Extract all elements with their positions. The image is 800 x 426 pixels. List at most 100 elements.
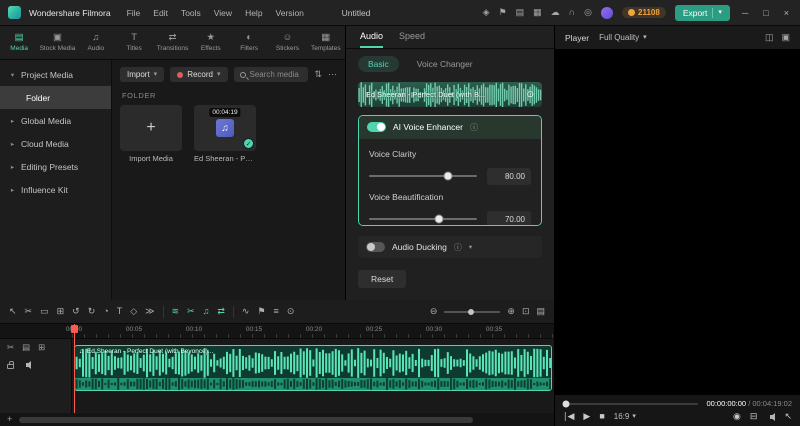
search-input[interactable] <box>249 70 303 79</box>
tab-stock-media[interactable]: ▣ Stock Media <box>38 26 76 59</box>
menu-help[interactable]: Help <box>245 8 262 18</box>
ai-audio-stretch-icon[interactable]: ⇄ <box>217 307 225 316</box>
audio-track-lane[interactable]: ♫ Ed Sheeran - Perfect Duet (with Beyonc… <box>72 339 554 413</box>
chevron-down-icon[interactable]: ▾ <box>469 243 472 251</box>
adjust-icon[interactable]: ⊙ <box>526 89 534 100</box>
slider-handle[interactable] <box>443 171 453 181</box>
add-button[interactable]: + <box>7 415 12 424</box>
mirror-display-icon[interactable]: ⊟ <box>750 412 758 421</box>
record-caret-icon[interactable]: ▾ <box>217 71 221 78</box>
crop-icon[interactable]: ⊞ <box>57 307 65 316</box>
more-tools-icon[interactable]: ≫ <box>145 307 154 316</box>
tab-audio[interactable]: ♫ Audio <box>77 26 115 59</box>
audio-clip[interactable]: ♫ Ed Sheeran - Perfect Duet (with Beyonc… <box>74 345 552 391</box>
more-options-icon[interactable]: ⋯ <box>328 69 337 80</box>
shortcut-icon[interactable]: ▦ <box>533 8 542 17</box>
undo-icon[interactable]: ↺ <box>72 307 80 316</box>
audio-clip-card[interactable]: ♫ 00:04:19 ✓ Ed Sheeran - Per... <box>194 105 256 163</box>
play-button[interactable]: ▶ <box>583 412 590 421</box>
sidebar-item-editing-presets[interactable]: ▸ Editing Presets <box>0 155 111 178</box>
fit-timeline-icon[interactable]: ⊡ <box>522 307 530 316</box>
add-track-icon[interactable]: ⊞ <box>38 343 45 352</box>
scrollbar-thumb[interactable] <box>19 416 474 423</box>
ai-voice-enhancer-toggle[interactable] <box>367 122 386 133</box>
horizontal-scrollbar[interactable] <box>19 416 547 423</box>
menu-file[interactable]: File <box>127 8 141 18</box>
minimize-button[interactable]: ─ <box>739 8 751 18</box>
expand-caret-icon[interactable]: ▸ <box>9 186 16 194</box>
zoom-slider-handle[interactable] <box>468 308 475 315</box>
manage-tracks-icon[interactable]: ▤ <box>536 307 545 316</box>
support-icon[interactable]: ∩ <box>569 8 575 17</box>
audio-mixer-icon[interactable]: ≡ <box>274 307 279 316</box>
expand-caret-icon[interactable]: ▸ <box>9 117 16 125</box>
zoom-in-icon[interactable]: ⊕ <box>507 307 515 316</box>
tab-templates[interactable]: ▦ Templates <box>307 26 345 59</box>
sidebar-item-cloud-media[interactable]: ▸ Cloud Media <box>0 132 111 155</box>
select-tool-icon[interactable]: ↖ <box>9 307 17 316</box>
menu-view[interactable]: View <box>214 8 232 18</box>
close-button[interactable]: × <box>781 8 792 18</box>
voice-clarity-slider[interactable] <box>369 171 477 181</box>
tab-stickers[interactable]: ☺ Stickers <box>268 26 306 59</box>
mute-track-icon[interactable] <box>22 360 31 369</box>
slider-handle[interactable] <box>434 214 444 224</box>
display-icon[interactable]: ▤ <box>516 8 525 17</box>
audio-ducking-toggle[interactable] <box>366 242 385 253</box>
audio-clip-thumb[interactable]: ♫ 00:04:19 ✓ <box>194 105 256 151</box>
sidebar-item-influence-kit[interactable]: ▸ Influence Kit <box>0 178 111 201</box>
voice-beautification-slider[interactable] <box>369 214 477 224</box>
text-tool-icon[interactable]: T <box>117 307 123 316</box>
stop-button[interactable]: ■ <box>599 412 604 421</box>
ai-audio-denoise-icon[interactable]: ≋ <box>172 307 180 316</box>
sidebar-item-global-media[interactable]: ▸ Global Media <box>0 109 111 132</box>
timeline-ruler[interactable]: 00:00 00:05 00:10 00:15 00:20 00:25 00:3… <box>0 324 554 339</box>
maximize-button[interactable]: □ <box>760 8 771 18</box>
playhead[interactable] <box>71 324 78 413</box>
zoom-out-icon[interactable]: ⊖ <box>430 307 438 316</box>
expand-caret-icon[interactable]: ▸ <box>9 163 16 171</box>
chevron-down-icon[interactable]: ▾ <box>632 413 636 420</box>
quality-select[interactable]: Full Quality ▾ <box>599 33 647 42</box>
subtab-basic[interactable]: Basic <box>358 55 399 72</box>
tab-transitions[interactable]: ⇄ Transitions <box>153 26 191 59</box>
promo-icon[interactable]: ⚑ <box>499 8 507 17</box>
reset-button[interactable]: Reset <box>358 270 407 288</box>
volume-icon[interactable] <box>766 412 776 421</box>
ai-smart-cut-icon[interactable]: ✂ <box>187 307 195 316</box>
tab-media[interactable]: ▤ Media <box>0 26 38 59</box>
selected-clip-bar[interactable]: Ed Sheeran - Perfect Duet (with B... ⊙ <box>358 81 542 107</box>
zoom-slider[interactable] <box>444 308 501 315</box>
tab-speed-settings[interactable]: Speed <box>399 26 425 48</box>
cloud-icon[interactable]: ☁ <box>551 8 560 17</box>
delete-icon[interactable]: ▭ <box>40 307 49 316</box>
razor-tool-icon[interactable]: ✂ <box>25 307 33 316</box>
export-caret-icon[interactable]: ▾ <box>718 9 722 16</box>
info-icon[interactable]: ⓘ <box>470 122 478 133</box>
dual-view-icon[interactable]: ◫ <box>765 32 774 43</box>
subtab-voice-changer[interactable]: Voice Changer <box>407 56 483 72</box>
sidebar-item-project-media[interactable]: ▾ Project Media <box>0 63 111 86</box>
speed-icon[interactable]: ◔ <box>103 307 108 316</box>
voice-beautification-value[interactable]: 70.00 <box>487 210 531 226</box>
gift-icon[interactable]: ◈ <box>483 8 490 17</box>
track-layout-icon[interactable]: ▤ <box>22 343 30 352</box>
seek-bar[interactable] <box>562 400 699 407</box>
redo-icon[interactable]: ↻ <box>88 307 96 316</box>
skip-back-button[interactable]: ∣◀ <box>563 412 574 421</box>
notification-icon[interactable]: ◎ <box>584 8 592 17</box>
marker-icon[interactable]: ⚑ <box>257 307 265 316</box>
import-caret-icon[interactable]: ▾ <box>154 71 158 78</box>
preview-quality-icon[interactable]: ⊙ <box>287 307 295 316</box>
tab-effects[interactable]: ★ Effects <box>192 26 230 59</box>
lock-track-icon[interactable] <box>7 360 14 369</box>
expand-caret-icon[interactable]: ▾ <box>9 71 16 79</box>
aspect-ratio-select[interactable]: 16:9 ▾ <box>614 412 636 421</box>
import-button[interactable]: Import ▾ <box>120 67 165 82</box>
expand-caret-icon[interactable]: ▸ <box>9 140 16 148</box>
chevron-down-icon[interactable]: ▾ <box>643 34 647 41</box>
export-button[interactable]: Export ▾ <box>674 4 730 21</box>
razor-all-icon[interactable]: ✂ <box>7 343 14 352</box>
voice-clarity-value[interactable]: 80.00 <box>487 167 531 185</box>
record-button[interactable]: Record ▾ <box>170 67 228 82</box>
